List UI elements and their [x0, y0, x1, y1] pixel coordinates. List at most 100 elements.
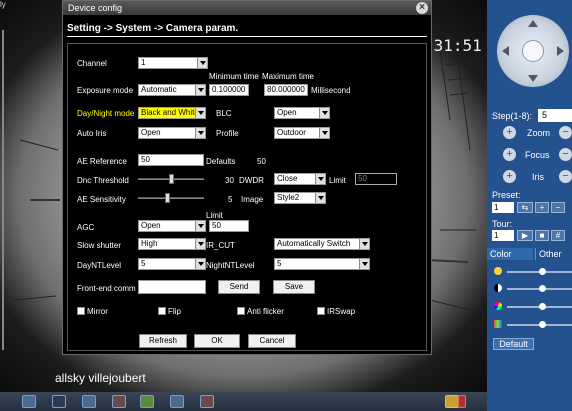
close-icon[interactable]: × [416, 2, 428, 14]
channel-select[interactable]: 1 [138, 57, 208, 69]
agc-select[interactable]: Open [138, 220, 206, 232]
night-nt-level-select[interactable]: 5 [274, 258, 370, 270]
tour-play-icon[interactable]: ▶ [517, 230, 533, 241]
brightness-knob[interactable] [539, 268, 546, 275]
hue-knob[interactable] [539, 321, 546, 328]
dropdown-arrow-icon [359, 259, 369, 269]
saturation-icon [494, 302, 502, 310]
flip-checkbox[interactable] [158, 307, 166, 315]
channel-label: Channel [77, 59, 107, 68]
ptz-joystick[interactable] [497, 15, 569, 87]
agc-limit-input[interactable]: 50 [209, 220, 249, 232]
slider-track [138, 197, 204, 199]
day-nt-level-select[interactable]: 5 [138, 258, 206, 270]
dropdown-arrow-icon [315, 193, 325, 203]
stop-icon[interactable] [200, 395, 214, 408]
slow-shutter-select[interactable]: High [138, 238, 206, 250]
preset-remove-icon[interactable]: − [551, 202, 565, 213]
ptz-right-icon[interactable] [557, 46, 564, 56]
ptz-down-icon[interactable] [528, 75, 538, 82]
dropdown-arrow-icon [359, 239, 369, 249]
dropdown-arrow-icon [315, 174, 325, 184]
ir-cut-select[interactable]: Automatically Switch [274, 238, 370, 250]
image-label: Image [241, 195, 264, 204]
night-nt-level-label: NightNTLevel [206, 261, 255, 270]
min-time-label: Minimum time [209, 72, 259, 81]
tour-grid-icon[interactable]: # [551, 230, 565, 241]
dropdown-arrow-icon [195, 128, 205, 138]
irswap-checkbox[interactable] [317, 307, 325, 315]
preset-label: Preset: [492, 190, 521, 200]
slider-thumb[interactable] [169, 174, 174, 184]
save-button[interactable]: Save [273, 280, 315, 294]
iris-open-icon[interactable]: + [503, 170, 516, 183]
dnc-threshold-slider[interactable] [138, 173, 204, 185]
ae-sensitivity-slider[interactable] [138, 192, 204, 204]
mirror-checkbox[interactable] [77, 307, 85, 315]
dwdr-limit-input[interactable]: 50 [355, 173, 397, 185]
tour-label: Tour: [492, 219, 513, 229]
dropdown-arrow-icon [197, 58, 207, 68]
stop-record-icon[interactable] [112, 395, 126, 408]
anti-flicker-checkbox[interactable] [237, 307, 245, 315]
exposure-mode-label: Exposure mode [77, 86, 134, 95]
dropdown-arrow-icon [319, 108, 329, 118]
max-time-input[interactable]: 80.000000 [264, 84, 308, 96]
profile-select[interactable]: Outdoor [274, 127, 330, 139]
dnc-threshold-value: 30 [225, 176, 234, 185]
day-night-mode-select[interactable]: Black and White [138, 107, 206, 119]
preset-set-icon[interactable]: ⇆ [517, 202, 533, 213]
preset-input[interactable]: 1 [492, 202, 514, 213]
zoom-out-icon[interactable]: − [559, 126, 572, 139]
record-icon[interactable] [82, 395, 96, 408]
contrast-icon [494, 284, 502, 292]
ptz-center-button[interactable] [522, 40, 544, 62]
focus-out-icon[interactable]: − [559, 148, 572, 161]
focus-in-icon[interactable]: + [503, 148, 516, 161]
blc-label: BLC [216, 109, 232, 118]
breadcrumb-divider [67, 36, 427, 37]
zoom-in-icon[interactable]: + [503, 126, 516, 139]
ptz-left-icon[interactable] [502, 46, 509, 56]
step-input[interactable]: 5 [538, 109, 572, 122]
blc-select[interactable]: Open [274, 107, 330, 119]
snapshot-icon[interactable] [140, 395, 154, 408]
min-time-input[interactable]: 0.100000 [209, 84, 249, 96]
front-end-comm-input[interactable] [138, 280, 206, 294]
dropdown-arrow-icon [195, 221, 205, 231]
exposure-mode-select[interactable]: Automatic [138, 84, 206, 96]
ptz-up-icon[interactable] [528, 20, 538, 27]
zoom-label: Zoom [527, 128, 551, 138]
tour-input[interactable]: 1 [492, 230, 514, 241]
send-button[interactable]: Send [218, 280, 260, 294]
dnc-threshold-label: Dnc Threshold [77, 176, 129, 185]
fullscreen-icon[interactable] [22, 395, 36, 408]
saturation-knob[interactable] [539, 303, 546, 310]
window-icon[interactable] [52, 395, 66, 408]
iris-close-icon[interactable]: − [559, 170, 572, 183]
image-select[interactable]: Style2 [274, 192, 326, 204]
tab-color[interactable]: Color [487, 248, 533, 260]
dwdr-value: Close [277, 174, 298, 183]
refresh-button[interactable]: Refresh [139, 334, 187, 348]
slider-thumb[interactable] [165, 193, 170, 203]
contrast-knob[interactable] [539, 285, 546, 292]
tour-stop-icon[interactable]: ■ [535, 230, 549, 241]
preset-add-icon[interactable]: + [535, 202, 549, 213]
speaker-icon[interactable] [445, 395, 459, 408]
ae-reference-input[interactable]: 50 [138, 154, 204, 166]
dropdown-arrow-icon [319, 128, 329, 138]
day-nt-level-label: DayNTLevel [77, 261, 122, 270]
dwdr-select[interactable]: Close [274, 173, 326, 185]
tab-other[interactable]: Other [535, 248, 572, 260]
anti-flicker-label: Anti flicker [247, 307, 284, 316]
ok-button[interactable]: OK [194, 334, 240, 348]
ir-cut-label: IR_CUT [206, 241, 235, 250]
auto-iris-value: Open [141, 128, 161, 137]
play-icon[interactable] [170, 395, 184, 408]
mute-icon[interactable] [458, 395, 466, 408]
cancel-button[interactable]: Cancel [248, 334, 296, 348]
dropdown-arrow-icon [195, 108, 205, 118]
default-button[interactable]: Default [493, 338, 534, 350]
auto-iris-select[interactable]: Open [138, 127, 206, 139]
